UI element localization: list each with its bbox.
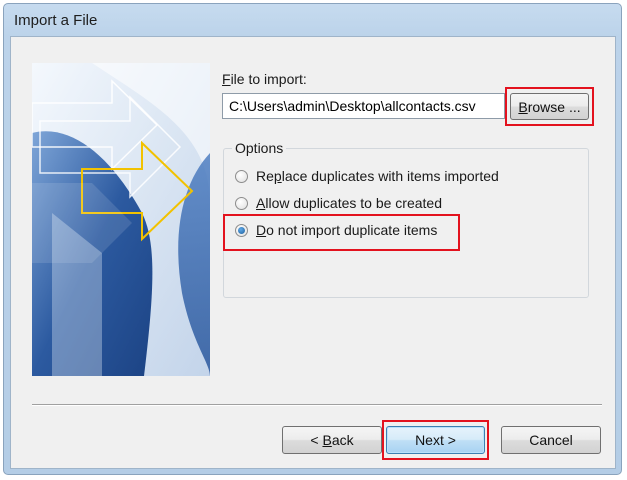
wizard-banner-graphic (32, 63, 210, 376)
next-button[interactable]: Next > (386, 426, 485, 454)
browse-label: rowse ... (527, 98, 581, 115)
options-title: Options (232, 140, 287, 156)
cancel-button[interactable]: Cancel (501, 426, 601, 454)
radio-label-post: llow duplicates to be created (265, 195, 443, 211)
import-file-dialog: Import a File File to import: C:\Users\a… (3, 3, 622, 475)
radio-allow-label[interactable]: Allow duplicates to be created (256, 195, 442, 211)
radio-label-accel: D (256, 222, 267, 238)
radio-button-checked-icon[interactable] (235, 224, 248, 237)
browse-button[interactable]: Browse ... (510, 93, 589, 120)
next-label: Next > (415, 432, 456, 448)
back-button[interactable]: < Back (282, 426, 382, 454)
radio-button-icon[interactable] (235, 197, 248, 210)
cancel-label: Cancel (529, 432, 573, 448)
back-label: ack (331, 432, 354, 448)
title-bar: Import a File (4, 4, 621, 36)
radio-replace-label[interactable]: Replace duplicates with items imported (256, 168, 499, 184)
radio-do-not-import-label[interactable]: Do not import duplicate items (256, 222, 437, 238)
dialog-client-area: File to import: Browse ... Options Repla… (10, 36, 616, 469)
back-accel: B (322, 432, 332, 448)
radio-label-accel: A (256, 195, 266, 211)
file-to-import-label: File to import: (222, 71, 307, 87)
file-path-input[interactable] (222, 93, 505, 119)
radio-label-post: o not import duplicate items (266, 222, 438, 238)
file-to-import-accel: F (222, 71, 231, 87)
browse-accel: B (518, 98, 528, 115)
radio-button-icon[interactable] (235, 170, 248, 183)
wizard-arrows-icon (32, 63, 210, 376)
radio-label-pre: Re (256, 168, 274, 184)
file-to-import-label-text: ile to import: (230, 71, 307, 87)
window-title: Import a File (14, 12, 98, 29)
radio-label-accel: p (273, 168, 282, 184)
radio-label-post: lace duplicates with items imported (281, 168, 499, 184)
back-prefix: < (310, 432, 323, 448)
footer-separator (32, 404, 602, 406)
